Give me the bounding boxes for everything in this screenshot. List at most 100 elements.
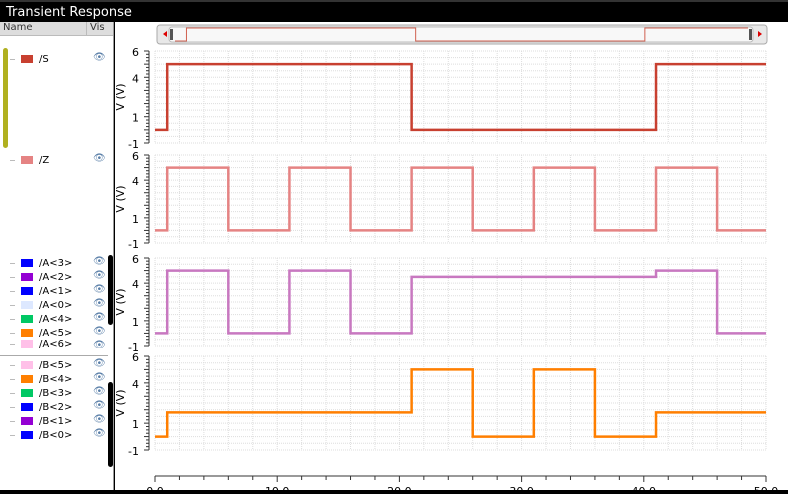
- signal-item[interactable]: /A<0>: [10, 298, 72, 312]
- y-axis-label: V (V): [115, 185, 127, 212]
- signal-item[interactable]: /B<4>: [10, 372, 72, 386]
- visibility-eye-icon[interactable]: 👁: [93, 52, 106, 63]
- color-swatch: [21, 375, 33, 383]
- y-tick-label: 1: [132, 418, 139, 431]
- visibility-eye-icon[interactable]: 👁: [93, 312, 106, 323]
- signal-list-panel: Name Vis /S 👁 /Z 👁 /A<3> 👁 /A<2> 👁 /A<1> 👁 /A<0> 👁 /…: [0, 22, 114, 490]
- x-tick-label: 50.0: [754, 485, 779, 490]
- signal-item[interactable]: /A<1>: [10, 284, 72, 298]
- y-axis-label: V (V): [115, 389, 127, 416]
- scroll-handle-left[interactable]: [170, 29, 173, 40]
- column-vis[interactable]: Vis: [87, 22, 105, 35]
- color-swatch: [21, 431, 33, 439]
- visibility-eye-icon[interactable]: 👁: [93, 428, 106, 439]
- signal-name: /A<0>: [39, 299, 73, 311]
- signal-name: /A<4>: [39, 313, 73, 325]
- y-tick-label: 4: [132, 72, 139, 85]
- signal-item[interactable]: /A<3>: [10, 256, 72, 270]
- visibility-eye-icon[interactable]: 👁: [93, 284, 106, 295]
- signal-name: /A<3>: [39, 257, 73, 269]
- signal-item[interactable]: /A<4>: [10, 312, 72, 326]
- y-tick-label: 6: [132, 150, 139, 163]
- column-name[interactable]: Name: [0, 22, 87, 35]
- scrollbar-thumb[interactable]: [168, 26, 754, 43]
- y-tick-label: 1: [132, 213, 139, 226]
- visibility-eye-icon[interactable]: 👁: [93, 153, 106, 164]
- x-tick-label: 10.0: [265, 485, 290, 490]
- color-swatch: [21, 55, 33, 63]
- signal-item[interactable]: /A<5>: [10, 326, 72, 340]
- visibility-eye-icon[interactable]: 👁: [93, 386, 106, 397]
- y-tick-label: 1: [132, 112, 139, 125]
- visibility-eye-icon[interactable]: 👁: [93, 414, 106, 425]
- visibility-eye-icon[interactable]: 👁: [93, 358, 106, 369]
- color-swatch: [21, 389, 33, 397]
- y-tick-label: -1: [128, 445, 139, 458]
- panel-4[interactable]: 6 4 1 -1 V (V): [114, 351, 767, 458]
- signal-name: /A<2>: [39, 271, 73, 283]
- signal-name: /A<5>: [39, 327, 73, 339]
- signal-item[interactable]: /B<2>: [10, 400, 72, 414]
- y-tick-label: 1: [132, 316, 139, 329]
- color-swatch: [21, 417, 33, 425]
- signal-name: /B<4>: [39, 373, 73, 385]
- signal-name: /B<0>: [39, 429, 73, 441]
- visibility-eye-icon[interactable]: 👁: [93, 270, 106, 281]
- group-bar-1[interactable]: [3, 48, 8, 148]
- scroll-handle-right[interactable]: [749, 29, 752, 40]
- panel-3[interactable]: 641-1V (V): [114, 253, 767, 354]
- waveform-trace[interactable]: [155, 62, 766, 132]
- window-title: Transient Response: [0, 0, 788, 22]
- signal-item[interactable]: /B<5>: [10, 358, 72, 372]
- visibility-eye-icon[interactable]: 👁: [93, 340, 106, 348]
- visibility-eye-icon[interactable]: 👁: [93, 372, 106, 383]
- signal-name: /S: [39, 53, 49, 65]
- color-swatch: [21, 259, 33, 267]
- signal-name: /A<1>: [39, 285, 73, 297]
- signal-item[interactable]: /B<0>: [10, 428, 72, 442]
- y-tick-label: 4: [132, 175, 139, 188]
- panel-1[interactable]: 641-1V (V): [114, 46, 767, 151]
- y-axis-label: V (V): [115, 288, 127, 315]
- visibility-eye-icon[interactable]: 👁: [93, 256, 106, 267]
- color-swatch: [21, 301, 33, 309]
- signal-item[interactable]: /S: [10, 52, 49, 66]
- y-axis-label: V (V): [115, 83, 127, 110]
- x-tick-label: 20.0: [387, 485, 412, 490]
- y-tick-label: 4: [132, 278, 139, 291]
- signal-name: /B<3>: [39, 387, 73, 399]
- visibility-eye-icon[interactable]: 👁: [93, 400, 106, 411]
- x-tick-label: 0.0: [146, 485, 164, 490]
- color-swatch: [21, 315, 33, 323]
- y-tick-label: 6: [132, 46, 139, 59]
- panel-2[interactable]: 6 4 1 -1 V (V): [114, 150, 767, 251]
- x-tick-label: 30.0: [509, 485, 533, 490]
- signal-item[interactable]: /B<1>: [10, 414, 72, 428]
- signal-item[interactable]: /A<6>: [10, 340, 72, 348]
- waveform-plot[interactable]: 6 4 1 -1 V (V) 6 4 1 -1 V (V) 6 4 1 -1 V (V) 6 4 1 -1 V (V)…: [114, 22, 788, 494]
- signal-name: /Z: [39, 154, 50, 166]
- scrollbar-group-b[interactable]: [108, 382, 113, 467]
- color-swatch: [21, 340, 33, 348]
- waveform-chart[interactable]: 641-1V (V)641-1V (V)641-1V (V)641-1V (V)…: [114, 22, 788, 494]
- visibility-eye-icon[interactable]: 👁: [93, 326, 106, 337]
- y-tick-label: 6: [132, 351, 139, 364]
- signal-name: /B<1>: [39, 415, 73, 427]
- signal-item[interactable]: /A<2>: [10, 270, 72, 284]
- signal-name: /A<6>: [39, 340, 73, 348]
- signal-name: /B<2>: [39, 401, 73, 413]
- waveform-trace[interactable]: [155, 269, 766, 335]
- color-swatch: [21, 273, 33, 281]
- y-tick-label: -1: [128, 238, 139, 251]
- waveform-trace[interactable]: [155, 166, 766, 232]
- signal-item[interactable]: /B<3>: [10, 386, 72, 400]
- signal-item[interactable]: /Z: [10, 153, 49, 167]
- color-swatch: [21, 156, 33, 164]
- signal-name: /B<5>: [39, 359, 73, 371]
- waveform-trace[interactable]: [155, 368, 766, 438]
- y-tick-label: 6: [132, 253, 139, 266]
- color-swatch: [21, 329, 33, 337]
- list-header: Name Vis: [0, 22, 113, 36]
- visibility-eye-icon[interactable]: 👁: [93, 298, 106, 309]
- scrollbar-group-a[interactable]: [108, 255, 113, 325]
